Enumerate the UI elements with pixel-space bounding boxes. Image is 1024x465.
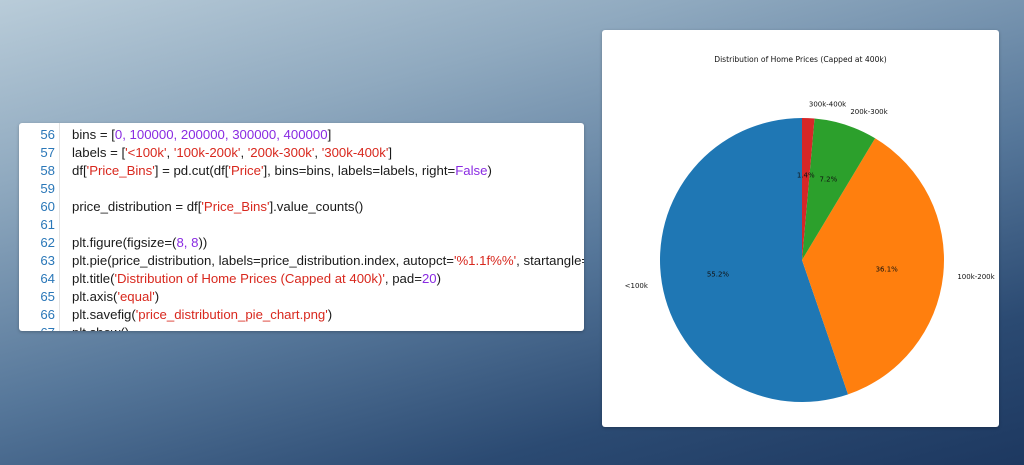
code-line: 56 bins = [0, 100000, 200000, 300000, 400… — [19, 126, 584, 144]
chart-output-panel: Distribution of Home Prices (Capped at 4… — [602, 30, 999, 427]
code-token: False — [455, 163, 488, 178]
line-number: 61 — [40, 217, 55, 232]
chart-title: Distribution of Home Prices (Capped at 4… — [714, 55, 887, 64]
slice-category-label: <100k — [625, 282, 649, 290]
code-token: '%1.1f%%' — [453, 253, 517, 268]
code-token: , — [314, 145, 322, 160]
slice-percent-label: 36.1% — [876, 265, 899, 273]
code-token: '200k-300k' — [247, 145, 315, 160]
code-token: 'equal' — [117, 289, 155, 304]
code-token: ) — [436, 271, 442, 286]
line-number: 64 — [40, 271, 55, 286]
code-editor-panel: 56 bins = [0, 100000, 200000, 300000, 400… — [19, 123, 584, 331]
code-line: 63 plt.pie(price_distribution, labels=pri… — [19, 252, 584, 270]
code-text: plt.pie(price_distribution, labels=price… — [72, 252, 584, 270]
code-token: 'Price' — [228, 163, 264, 178]
line-number: 66 — [40, 307, 55, 322]
code-text: plt.figure(figsize=(8, 8)) — [72, 234, 207, 252]
code-token: '<100k' — [125, 145, 167, 160]
code-text: price_distribution = df['Price_Bins'].va… — [72, 198, 363, 216]
slice-category-label: 200k-300k — [850, 108, 888, 116]
code-token: , pad= — [384, 271, 422, 286]
code-token: , — [166, 145, 174, 160]
code-token: plt.savefig( — [72, 307, 136, 322]
slice-category-label: 300k-400k — [809, 100, 847, 108]
code-token: 'Distribution of Home Prices (Capped at … — [114, 271, 385, 286]
code-token: 'Price_Bins' — [201, 199, 270, 214]
code-token: ] — [327, 127, 332, 142]
code-token: ] — [388, 145, 393, 160]
pie-slices — [659, 118, 944, 403]
code-token: plt.show() — [72, 325, 129, 331]
code-text: bins = [0, 100000, 200000, 300000, 40000… — [72, 126, 331, 144]
code-token: plt.title( — [72, 271, 115, 286]
code-token: '300k-400k' — [321, 145, 389, 160]
code-token: ) — [327, 307, 333, 322]
code-token: plt.pie(price_distribution, labels=price… — [72, 253, 454, 268]
slice-percent-label: 55.2% — [707, 271, 730, 279]
code-token: 8, 8 — [176, 235, 199, 250]
slice-category-label: 100k-200k — [957, 273, 995, 281]
line-number: 67 — [19, 324, 55, 331]
code-text: plt.show() — [72, 324, 129, 331]
line-number: 58 — [40, 163, 55, 178]
code-token: , startangle= — [516, 253, 584, 268]
line-number: 57 — [40, 145, 55, 160]
line-number: 63 — [40, 253, 55, 268]
code-token: price_distribution = df[ — [72, 199, 202, 214]
code-line: 66 plt.savefig('price_distribution_pie_ch… — [19, 306, 584, 324]
code-token: '100k-200k' — [173, 145, 241, 160]
code-line: 61 — [19, 216, 584, 234]
code-token: )) — [198, 235, 208, 250]
code-token: 'price_distribution_pie_chart.png' — [135, 307, 328, 322]
line-number: 56 — [40, 127, 55, 142]
code-token: labels = [ — [72, 145, 126, 160]
line-number: 60 — [40, 199, 55, 214]
slice-percent-label: 7.2% — [819, 175, 837, 183]
code-line: 64 plt.title('Distribution of Home Prices… — [19, 270, 584, 288]
code-line: 58 df['Price_Bins'] = pd.cut(df['Price'],… — [19, 162, 584, 180]
code-token: bins = [ — [72, 127, 115, 142]
code-token: 0, 100000, 200000, 300000, 400000 — [114, 127, 328, 142]
code-text: df['Price_Bins'] = pd.cut(df['Price'], b… — [72, 162, 492, 180]
code-line: 62 plt.figure(figsize=(8, 8)) — [19, 234, 584, 252]
pie-chart: Distribution of Home Prices (Capped at 4… — [625, 55, 996, 403]
code-token: ].value_counts() — [269, 199, 364, 214]
code-token: plt.axis( — [72, 289, 118, 304]
line-number: 59 — [40, 181, 55, 196]
line-number: 62 — [40, 235, 55, 250]
code-line: 65 plt.axis('equal') — [19, 288, 584, 306]
code-token: ) — [154, 289, 160, 304]
code-line: 60 price_distribution = df['Price_Bins'].… — [19, 198, 584, 216]
code-text: plt.title('Distribution of Home Prices (… — [72, 270, 441, 288]
code-token: df[ — [72, 163, 87, 178]
slice-percent-label: 1.4% — [797, 171, 815, 179]
code-token: ], bins=bins, labels=labels, right= — [263, 163, 456, 178]
code-line: 67 plt.show() — [19, 324, 584, 331]
code-text: plt.savefig('price_distribution_pie_char… — [72, 306, 332, 324]
code-token: plt.figure(figsize=( — [72, 235, 177, 250]
code-token: 'Price_Bins' — [86, 163, 155, 178]
code-token: ) — [487, 163, 492, 178]
code-token: ] = pd.cut(df[ — [154, 163, 229, 178]
code-token: , — [240, 145, 248, 160]
line-number: 65 — [40, 289, 55, 304]
code-text: labels = ['<100k', '100k-200k', '200k-30… — [72, 144, 392, 162]
code-line: 57 labels = ['<100k', '100k-200k', '200k-… — [19, 144, 584, 162]
code-text: plt.axis('equal') — [72, 288, 159, 306]
code-line: 59 — [19, 180, 584, 198]
code-token: 20 — [421, 271, 437, 286]
